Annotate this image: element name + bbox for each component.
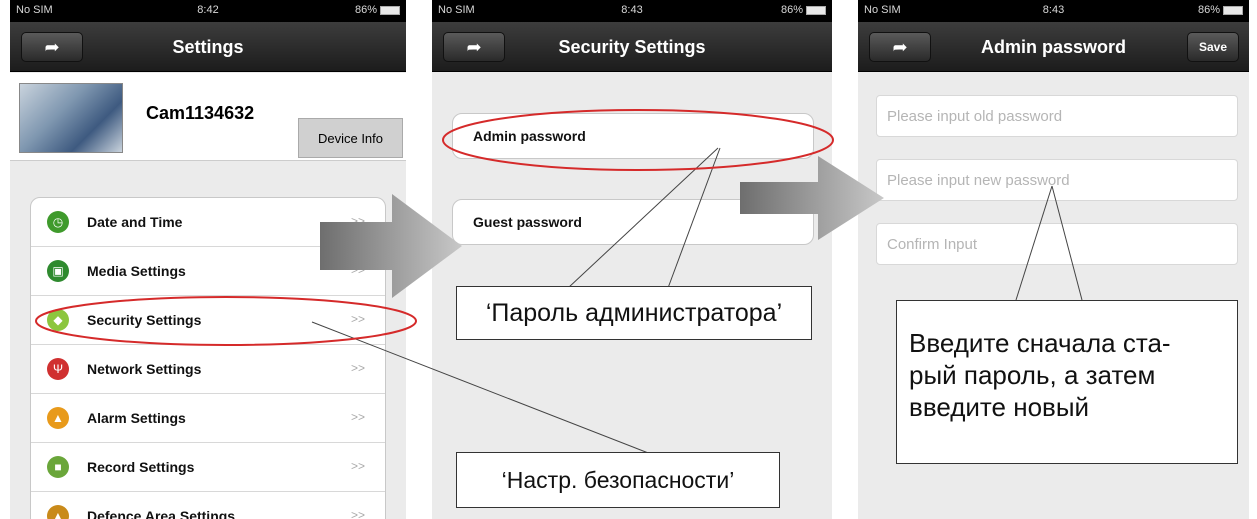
chevron-right-icon: >> — [350, 361, 365, 375]
clock-label: 8:43 — [621, 4, 643, 16]
settings-item-label: Record Settings — [87, 459, 195, 475]
settings-item[interactable]: ▲ Alarm Settings >> — [31, 394, 385, 443]
settings-item-label: Security Settings — [87, 312, 202, 328]
old-password-input[interactable] — [876, 95, 1238, 137]
settings-item[interactable]: ◆ Security Settings >> — [31, 296, 385, 345]
bell-icon: ▲ — [47, 407, 69, 429]
clock-label: 8:42 — [197, 4, 219, 16]
chevron-right-icon: >> — [350, 459, 365, 473]
shield-icon: ◆ — [47, 309, 69, 331]
battery-icon — [806, 5, 826, 15]
chevron-right-icon: >> — [350, 410, 365, 424]
callout-line: рый пароль, а затем — [909, 360, 1156, 390]
nav-bar: ➦ Settings — [10, 22, 406, 72]
admin-password-row[interactable]: Admin password — [452, 113, 814, 159]
settings-item-label: Alarm Settings — [87, 410, 186, 426]
chevron-right-icon: >> — [350, 263, 365, 277]
battery-icon — [1223, 5, 1243, 15]
settings-item[interactable]: Ψ Network Settings >> — [31, 345, 385, 394]
confirm-password-input[interactable] — [876, 223, 1238, 265]
page-title: Security Settings — [558, 37, 706, 57]
settings-screen: No SIM 8:42 86% ➦ Settings Cam1134632 De… — [10, 0, 406, 519]
device-info-button[interactable]: Device Info — [298, 118, 403, 158]
callout-password-instructions: Введите сначала ста- рый пароль, а затем… — [896, 300, 1238, 464]
battery-label: 86% — [354, 4, 377, 16]
page-title: Settings — [172, 37, 244, 57]
callout-line: Введите сначала ста- — [909, 328, 1171, 358]
settings-item-label: Media Settings — [87, 263, 186, 279]
instruction-figure: No SIM 8:42 86% ➦ Settings Cam1134632 De… — [0, 0, 1257, 519]
guest-password-row[interactable]: Guest password — [452, 199, 814, 245]
clock-label: 8:43 — [1042, 4, 1065, 16]
callout-line: введите новый — [909, 392, 1090, 422]
settings-item-label: Network Settings — [87, 361, 202, 377]
settings-item[interactable]: ▣ Media Settings >> — [31, 247, 385, 296]
status-bar: No SIM 8:43 86% — [858, 0, 1249, 22]
media-clapper-icon: ▣ — [47, 260, 69, 282]
lock-icon: ▲ — [47, 505, 69, 519]
settings-item-label: Date and Time — [87, 214, 183, 230]
camera-thumbnail[interactable] — [19, 83, 123, 153]
nav-bar: ➦ Security Settings — [432, 22, 832, 72]
status-bar: No SIM 8:42 86% — [10, 0, 406, 22]
battery-label: 86% — [780, 4, 803, 16]
settings-item[interactable]: ■ Record Settings >> — [31, 443, 385, 492]
callout-security-settings: ‘Настр. безопасности’ — [456, 452, 780, 508]
antenna-icon: Ψ — [47, 358, 69, 380]
battery-icon — [380, 5, 400, 15]
status-bar: No SIM 8:43 86% — [432, 0, 832, 22]
clock-icon: ◷ — [47, 211, 69, 233]
security-settings-screen: No SIM 8:43 86% ➦ Security Settings — [432, 0, 832, 519]
settings-item[interactable]: ◷ Date and Time >> — [31, 198, 385, 247]
new-password-input[interactable] — [876, 159, 1238, 201]
settings-item[interactable]: ▲ Defence Area Settings >> — [31, 492, 385, 519]
chevron-right-icon: >> — [350, 214, 365, 228]
settings-item-label: Defence Area Settings — [87, 508, 236, 519]
nav-bar: ➦ Admin password Save — [858, 22, 1249, 72]
chevron-right-icon: >> — [350, 508, 365, 519]
callout-admin-password: ‘Пароль администратора’ — [456, 286, 812, 340]
settings-list: ◷ Date and Time >> ▣ Media Settings >> ◆ Securi… — [30, 197, 386, 519]
save-button[interactable]: Save — [1187, 32, 1239, 62]
camera-icon: ■ — [47, 456, 69, 478]
chevron-right-icon: >> — [350, 312, 365, 326]
device-name: Cam1134632 — [146, 103, 255, 123]
battery-label: 86% — [1197, 4, 1220, 16]
